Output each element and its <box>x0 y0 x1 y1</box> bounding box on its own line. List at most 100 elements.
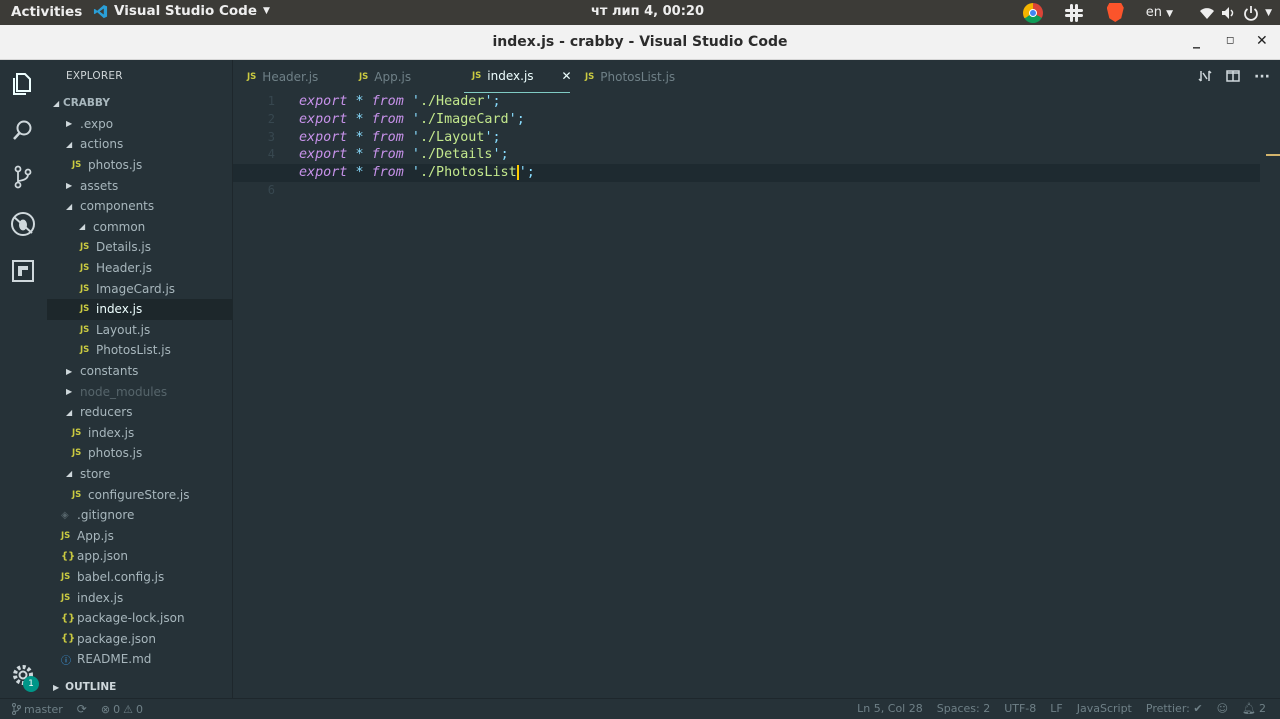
chevron-right-icon: ▶ <box>53 682 60 692</box>
tree-file[interactable]: JS photos.js <box>47 443 233 464</box>
wifi-icon[interactable] <box>1199 6 1215 20</box>
indentation[interactable]: Spaces: 2 <box>937 702 990 715</box>
tree-folder[interactable]: ◢ components <box>47 196 233 217</box>
js-file-icon: JS <box>472 71 482 81</box>
code-line[interactable]: export * from './Header'; <box>299 93 1260 111</box>
tree-item-label: README.md <box>77 652 152 667</box>
token-semicolon: ; <box>516 111 525 127</box>
cursor-ruler-mark <box>1266 154 1280 156</box>
chevron-down-icon[interactable]: ▼ <box>1265 8 1272 18</box>
tree-file[interactable]: JS Details.js <box>47 237 233 258</box>
debug-icon[interactable] <box>10 211 36 237</box>
close-button[interactable]: ✕ <box>1256 33 1268 49</box>
tree-file[interactable]: JS index.js <box>47 298 233 320</box>
line-ending[interactable]: LF <box>1050 702 1062 715</box>
tree-item-label: assets <box>80 178 119 193</box>
token-keyword: from <box>371 165 404 181</box>
volume-icon[interactable] <box>1221 6 1237 20</box>
tree-file[interactable]: JS index.js <box>47 587 233 608</box>
code-line[interactable]: export * from './Details'; <box>299 146 1260 164</box>
tree-file[interactable]: {} app.json <box>47 546 233 567</box>
tree-folder[interactable]: ▶ constants <box>47 361 233 382</box>
chevron-down-icon: ◢ <box>66 407 73 417</box>
clock[interactable]: чт лип 4, 00:20 <box>591 4 704 19</box>
code-line[interactable]: export * from './ImageCard'; <box>299 111 1260 129</box>
tree-folder[interactable]: ◢ store <box>47 464 233 485</box>
chevron-right-icon: ▶ <box>66 119 73 129</box>
open-changes-icon[interactable] <box>1198 69 1212 83</box>
slack-icon[interactable] <box>1064 3 1083 22</box>
bell-icon: 🔔︎ <box>1242 702 1256 715</box>
token-keyword: export <box>299 111 348 127</box>
minimize-button[interactable]: _ <box>1193 33 1200 49</box>
tree-file[interactable]: JS Layout.js <box>47 320 233 341</box>
more-actions-icon[interactable]: ··· <box>1254 69 1270 85</box>
tree-file[interactable]: JS ImageCard.js <box>47 278 233 299</box>
code-line[interactable] <box>299 182 1260 200</box>
close-icon[interactable]: ✕ <box>562 69 572 83</box>
language-mode[interactable]: JavaScript <box>1077 702 1132 715</box>
tree-item-label: photos.js <box>88 446 143 461</box>
tab-app-js[interactable]: JS App.js <box>359 60 411 93</box>
code-line[interactable]: export * from './PhotosList '; <box>233 164 1260 182</box>
tree-file[interactable]: JS configureStore.js <box>47 484 233 505</box>
tree-file[interactable]: ⓘ README.md <box>47 649 233 670</box>
source-control-icon[interactable] <box>10 164 36 190</box>
tree-item-label: Header.js <box>96 261 152 276</box>
tree-file[interactable]: JS PhotosList.js <box>47 340 233 361</box>
tree-file[interactable]: JS App.js <box>47 525 233 546</box>
extensions-icon[interactable] <box>10 258 36 284</box>
warning-icon: ⚠ <box>123 702 133 716</box>
tree-folder[interactable]: ▶ node_modules <box>47 381 233 402</box>
tab-photoslist-js[interactable]: JS PhotosList.js <box>585 60 675 93</box>
js-file-icon: JS <box>80 304 90 315</box>
code-editor[interactable]: 123456 export * from './Header';export *… <box>233 93 1280 698</box>
project-root[interactable]: ◢ CRABBY <box>47 93 233 114</box>
power-icon[interactable] <box>1243 5 1259 21</box>
tree-file[interactable]: JS Header.js <box>47 258 233 279</box>
tab-index-js[interactable]: JS index.js ✕ <box>464 60 572 93</box>
tree-folder[interactable]: ▶ assets <box>47 175 233 196</box>
prettier-status[interactable]: Prettier: ✔ <box>1146 702 1203 715</box>
sync-icon[interactable]: ⟳ <box>77 702 87 716</box>
file-tree: ◢ CRABBY ▶ .expo ◢ actions JS photos.js ▶ asset… <box>47 93 233 670</box>
brave-icon[interactable] <box>1106 3 1124 22</box>
tree-folder[interactable]: ◢ common <box>47 217 233 238</box>
cursor-position[interactable]: Ln 5, Col 28 <box>857 702 923 715</box>
tab-header-js[interactable]: JS Header.js <box>247 60 318 93</box>
js-file-icon: JS <box>61 571 71 582</box>
tree-file[interactable]: JS babel.config.js <box>47 567 233 588</box>
line-number-gutter: 123456 <box>233 93 283 200</box>
language-indicator[interactable]: en ▼ <box>1146 5 1173 20</box>
tree-file[interactable]: JS photos.js <box>47 155 233 176</box>
window-titlebar: index.js - crabby - Visual Studio Code _… <box>0 25 1280 60</box>
code-area[interactable]: export * from './Header'; export * from '… <box>233 93 1260 200</box>
tree-file[interactable]: JS index.js <box>47 423 233 444</box>
tree-item-label: configureStore.js <box>88 487 190 502</box>
tree-folder[interactable]: ◢ reducers <box>47 402 233 423</box>
search-icon[interactable] <box>10 117 36 143</box>
branch-indicator[interactable]: master <box>12 703 63 716</box>
feedback-icon[interactable]: ☺ <box>1217 702 1228 715</box>
tree-file[interactable]: {} package.json <box>47 628 233 649</box>
maximize-button[interactable]: ◻ <box>1226 35 1234 46</box>
chevron-down-icon: ▼ <box>262 6 270 16</box>
notifications[interactable]: 🔔︎ 2 <box>1242 702 1266 715</box>
tree-folder[interactable]: ▶ .expo <box>47 114 233 135</box>
tree-folder[interactable]: ◢ actions <box>47 134 233 155</box>
outline-section[interactable]: ▶ OUTLINE <box>47 676 233 698</box>
activities-button[interactable]: Activities <box>11 4 82 20</box>
explorer-sidebar: EXPLORER ◢ CRABBY ▶ .expo ◢ actions JS photos… <box>47 60 233 698</box>
problems-indicator[interactable]: ⊗ 0 ⚠ 0 <box>101 703 143 716</box>
code-line[interactable]: export * from './Layout'; <box>299 129 1260 147</box>
app-menu[interactable]: Visual Studio Code ▼ <box>93 3 270 19</box>
chevron-down-icon: ◢ <box>79 222 86 232</box>
token-quote: ' <box>411 147 420 163</box>
vscode-logo-icon <box>93 4 108 18</box>
chrome-icon[interactable] <box>1022 2 1043 23</box>
split-editor-icon[interactable] <box>1226 69 1240 83</box>
files-icon[interactable] <box>10 70 36 96</box>
tree-file[interactable]: ◈ .gitignore <box>47 505 233 526</box>
tree-file[interactable]: {} package-lock.json <box>47 608 233 629</box>
encoding[interactable]: UTF-8 <box>1004 702 1036 715</box>
